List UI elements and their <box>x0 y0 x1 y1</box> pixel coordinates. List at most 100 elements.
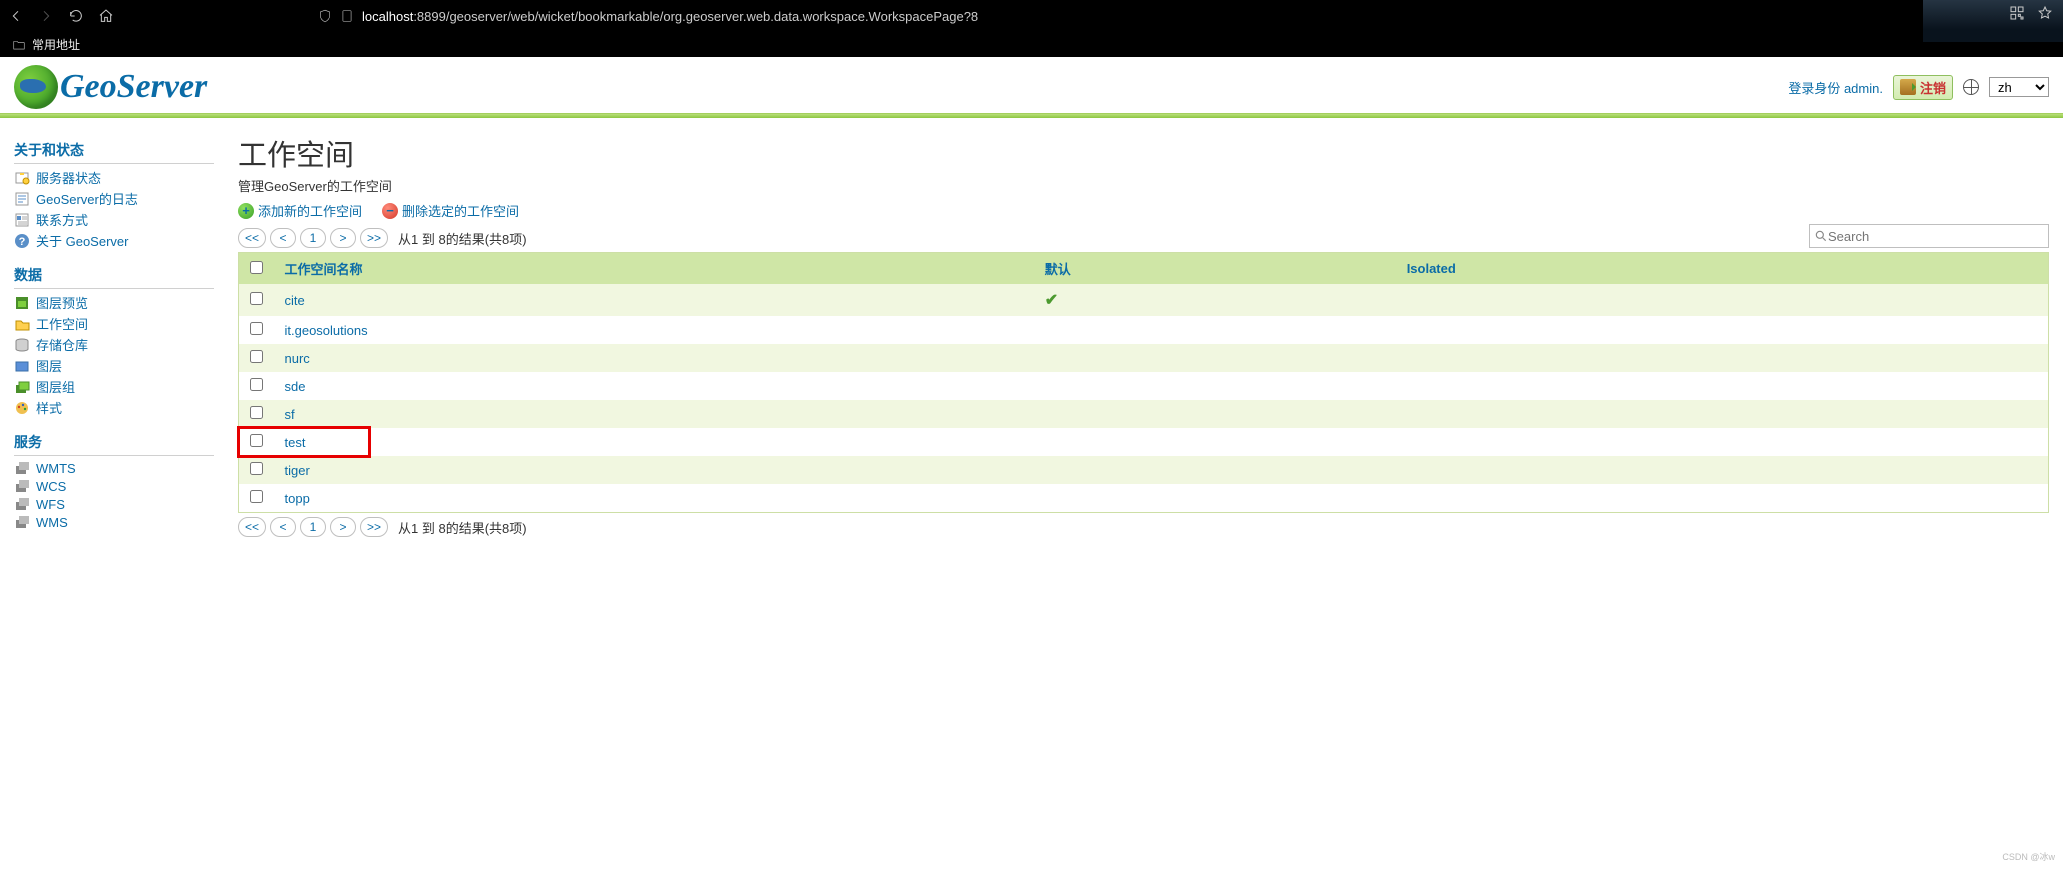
search-box[interactable] <box>1809 224 2049 248</box>
reload-icon[interactable] <box>68 8 84 24</box>
col-name-header[interactable]: 工作空间名称 <box>275 253 1035 285</box>
workspace-link[interactable]: test <box>285 435 306 450</box>
back-icon[interactable] <box>8 8 24 24</box>
row-checkbox[interactable] <box>250 350 263 363</box>
row-isolated-cell <box>1397 372 2049 400</box>
workspace-link[interactable]: topp <box>285 491 310 506</box>
home-icon[interactable] <box>98 8 114 24</box>
sidebar-item-label[interactable]: 图层组 <box>36 377 75 396</box>
sidebar-item[interactable]: GeoServer的日志 <box>14 188 214 209</box>
table-row: it.geosolutions <box>239 316 2049 344</box>
language-select[interactable]: zh <box>1989 77 2049 97</box>
sidebar-item[interactable]: WCS <box>14 477 214 495</box>
row-checkbox-cell <box>239 316 275 344</box>
sidebar-item[interactable]: WFS <box>14 495 214 513</box>
sidebar-item[interactable]: 图层组 <box>14 376 214 397</box>
row-checkbox-cell <box>239 484 275 513</box>
search-icon <box>1814 229 1828 243</box>
logo[interactable]: GeoServer <box>14 65 207 109</box>
sidebar-item-label[interactable]: 样式 <box>36 398 62 417</box>
row-checkbox[interactable] <box>250 292 263 305</box>
row-default-cell <box>1035 344 1397 372</box>
layergroup-icon <box>14 379 30 395</box>
sidebar-item[interactable]: 工作空间 <box>14 313 214 334</box>
row-checkbox[interactable] <box>250 406 263 419</box>
sidebar-item-label[interactable]: WMTS <box>36 461 76 476</box>
pager-page[interactable]: 1 <box>300 517 326 537</box>
sidebar-item[interactable]: 样式 <box>14 397 214 418</box>
style-icon <box>14 400 30 416</box>
row-checkbox[interactable] <box>250 490 263 503</box>
qr-icon[interactable] <box>2009 5 2025 21</box>
workspace-link[interactable]: sf <box>285 407 295 422</box>
workspace-link[interactable]: sde <box>285 379 306 394</box>
sidebar-item-label[interactable]: 存储仓库 <box>36 335 88 354</box>
table-row: topp <box>239 484 2049 513</box>
delete-workspace-link[interactable]: − 删除选定的工作空间 <box>382 201 519 220</box>
page-title: 工作空间 <box>238 132 2049 174</box>
pager-prev[interactable]: < <box>270 228 296 248</box>
sidebar-item-label[interactable]: 图层预览 <box>36 293 88 312</box>
bookmarks-bar: 常用地址 <box>0 32 2063 57</box>
wfs-icon <box>14 496 30 512</box>
row-default-cell <box>1035 316 1397 344</box>
pager-prev[interactable]: < <box>270 517 296 537</box>
row-name-cell: sf <box>275 400 1035 428</box>
row-checkbox[interactable] <box>250 378 263 391</box>
add-workspace-link[interactable]: + 添加新的工作空间 <box>238 201 362 220</box>
pager-first[interactable]: << <box>238 517 266 537</box>
row-checkbox-cell <box>239 344 275 372</box>
table-row: sf <box>239 400 2049 428</box>
url-text: localhost:8899/geoserver/web/wicket/book… <box>362 9 978 24</box>
search-input[interactable] <box>1828 229 2044 244</box>
logo-globe-icon <box>14 65 58 109</box>
pager-next[interactable]: > <box>330 517 356 537</box>
sidebar-item-label[interactable]: 图层 <box>36 356 62 375</box>
sidebar-item-label[interactable]: WCS <box>36 479 66 494</box>
sidebar-item[interactable]: WMTS <box>14 459 214 477</box>
browser-toolbar: localhost:8899/geoserver/web/wicket/book… <box>0 0 2063 32</box>
row-checkbox[interactable] <box>250 462 263 475</box>
sidebar-item[interactable]: 图层 <box>14 355 214 376</box>
sidebar-item-label[interactable]: WMS <box>36 515 68 530</box>
workspace-link[interactable]: it.geosolutions <box>285 323 368 338</box>
pager-first[interactable]: << <box>238 228 266 248</box>
sidebar-item[interactable]: 联系方式 <box>14 209 214 230</box>
row-isolated-cell <box>1397 316 2049 344</box>
forward-icon[interactable] <box>38 8 54 24</box>
pager-last[interactable]: >> <box>360 228 388 248</box>
sidebar-item-label[interactable]: WFS <box>36 497 65 512</box>
address-bar[interactable]: localhost:8899/geoserver/web/wicket/book… <box>318 9 978 24</box>
sidebar-item-label[interactable]: 工作空间 <box>36 314 88 333</box>
row-checkbox[interactable] <box>250 434 263 447</box>
pager-page[interactable]: 1 <box>300 228 326 248</box>
sidebar-item[interactable]: 服务器状态 <box>14 167 214 188</box>
table-row: cite✔ <box>239 284 2049 316</box>
row-name-cell: topp <box>275 484 1035 513</box>
sidebar-item-label[interactable]: 服务器状态 <box>36 168 101 187</box>
sidebar-item-label[interactable]: GeoServer的日志 <box>36 189 138 208</box>
row-isolated-cell <box>1397 400 2049 428</box>
workspace-link[interactable]: cite <box>285 293 305 308</box>
sidebar-item[interactable]: ?关于 GeoServer <box>14 230 214 251</box>
sidebar-item[interactable]: 存储仓库 <box>14 334 214 355</box>
pager-next[interactable]: > <box>330 228 356 248</box>
select-all-checkbox[interactable] <box>250 261 263 274</box>
col-isolated-header[interactable]: Isolated <box>1397 253 2049 285</box>
workspace-link[interactable]: tiger <box>285 463 310 478</box>
workspace-link[interactable]: nurc <box>285 351 310 366</box>
sidebar-item-label[interactable]: 联系方式 <box>36 210 88 229</box>
col-default-header[interactable]: 默认 <box>1035 253 1397 285</box>
workspace-icon <box>14 316 30 332</box>
watermark: CSDN @冰w <box>2002 850 2055 863</box>
row-checkbox-cell <box>239 456 275 484</box>
sidebar-item[interactable]: 图层预览 <box>14 292 214 313</box>
sidebar-item-label[interactable]: 关于 GeoServer <box>36 231 128 250</box>
logout-button[interactable]: 注销 <box>1893 75 1953 100</box>
row-checkbox[interactable] <box>250 322 263 335</box>
bookmark-item[interactable]: 常用地址 <box>32 36 80 53</box>
star-icon[interactable] <box>2037 5 2053 21</box>
globe-icon <box>1963 79 1979 95</box>
sidebar-item[interactable]: WMS <box>14 513 214 531</box>
pager-last[interactable]: >> <box>360 517 388 537</box>
